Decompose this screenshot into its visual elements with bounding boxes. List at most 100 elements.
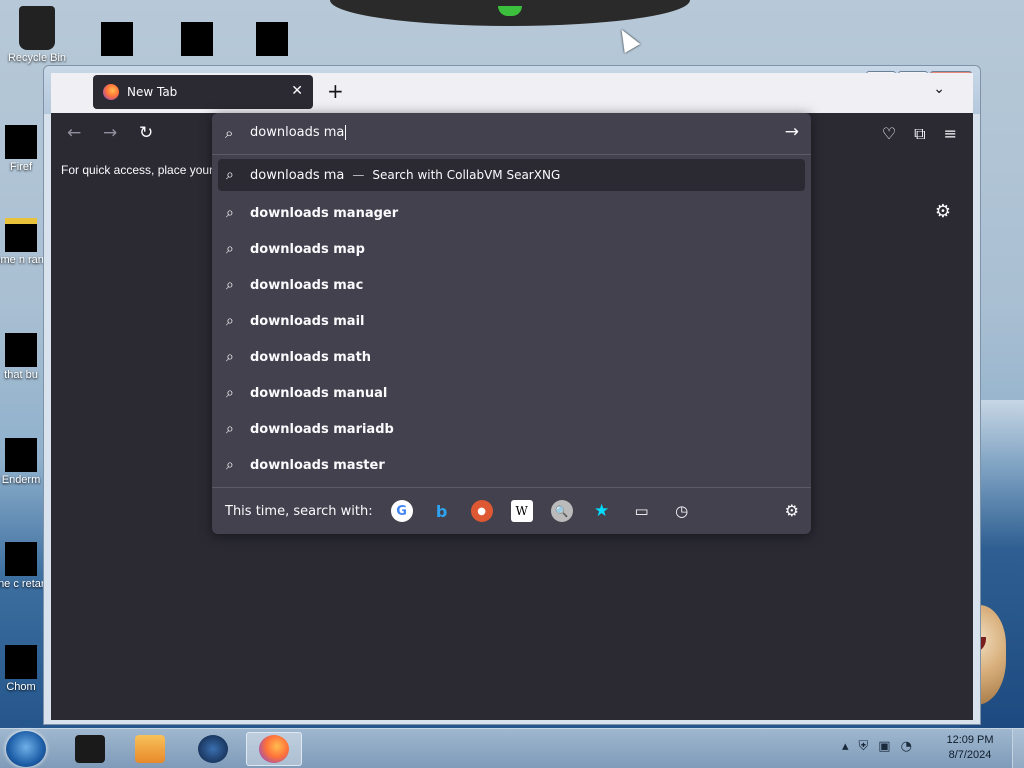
urlbar-suggestion[interactable]: ⌕ downloads ma p (218, 231, 805, 267)
app-icon (5, 218, 37, 252)
bookmarks-hint: For quick access, place your b (61, 163, 224, 177)
pocket-icon[interactable]: ♡ (882, 124, 896, 144)
tab-new-tab[interactable]: New Tab ✕ (93, 75, 313, 109)
app-icon (5, 438, 37, 472)
suggestion-typed: downloads ma (250, 277, 356, 293)
wikipedia-engine-icon[interactable]: W (510, 500, 533, 522)
bookmarks-star-icon[interactable]: ★ (591, 500, 613, 522)
suggestion-typed: downloads ma (250, 385, 356, 401)
suggestion-completion: nual (355, 385, 388, 401)
close-tab-icon[interactable]: ✕ (291, 83, 303, 99)
desktop-icon-label: Recycle Bin (7, 52, 67, 64)
app-icon (5, 125, 37, 159)
app-icon (181, 22, 213, 56)
suggestion-typed: downloads ma (250, 421, 356, 437)
gear-icon[interactable]: ⚙ (935, 201, 951, 222)
recycle-bin-icon (19, 6, 55, 50)
search-icon: ⌕ (226, 385, 234, 401)
list-all-tabs-button[interactable]: ⌄ (933, 81, 945, 97)
urlbar-input[interactable]: downloads ma (250, 125, 347, 140)
show-desktop-button[interactable] (1012, 729, 1024, 768)
result-text: downloads ma (250, 167, 345, 183)
tabs-icon[interactable]: ▭ (631, 500, 653, 522)
urlbar-suggestion[interactable]: ⌕ downloads ma nual (218, 375, 805, 411)
notch-indicator (498, 6, 522, 16)
address-bar[interactable]: ⌕ downloads ma → (212, 113, 811, 155)
taskbar: ▴ ⛨ ▣ ◔ 12:09 PM 8/7/2024 (0, 728, 1024, 768)
search-icon: ⌕ (226, 167, 234, 183)
urlbar-suggestion[interactable]: ⌕ downloads ma riadb (218, 411, 805, 447)
search-icon: ⌕ (226, 457, 234, 473)
taskbar-item-media-player[interactable] (122, 732, 178, 766)
desktop-icon-label: that bu (4, 369, 38, 381)
suggestion-completion: nager (355, 205, 399, 221)
suggestion-typed: downloads ma (250, 241, 356, 257)
one-off-search-bar: This time, search with: G b ● W 🔍 ★ ▭ ◷ … (212, 487, 811, 534)
suggestion-typed: downloads ma (250, 313, 356, 329)
suggestion-completion: riadb (355, 421, 394, 437)
searxng-engine-icon[interactable]: 🔍 (550, 500, 573, 522)
system-tray: ▴ ⛨ ▣ ◔ (842, 739, 912, 754)
firefox-icon (259, 735, 289, 763)
tray-app-icon[interactable]: ⛨ (859, 739, 869, 754)
search-icon: ⌕ (225, 124, 234, 142)
app-icon (5, 645, 37, 679)
search-icon: ⌕ (226, 241, 234, 257)
suggestion-completion: c (355, 277, 364, 293)
bing-engine-icon[interactable]: b (431, 500, 453, 522)
clock-date: 8/7/2024 (948, 749, 992, 761)
search-icon: ⌕ (226, 277, 234, 293)
app-icon (5, 542, 37, 576)
volume-icon[interactable]: ◔ (901, 739, 912, 754)
urlbar-result-heuristic[interactable]: ⌕ downloads ma — Search with CollabVM Se… (218, 159, 805, 191)
suggestion-completion: p (355, 241, 365, 257)
terminal-icon (75, 735, 105, 763)
desktop-icon-recycle-bin[interactable]: Recycle Bin (0, 6, 74, 65)
desktop-icon-regeda-health[interactable] (160, 22, 234, 58)
forward-arrow-icon[interactable]: → (103, 123, 117, 143)
desktop-icon-foxy-home[interactable] (235, 22, 309, 58)
go-arrow-icon[interactable]: → (785, 122, 799, 142)
back-arrow-icon[interactable]: ← (67, 123, 81, 143)
tab-bar: New Tab ✕ + ⌄ (51, 73, 973, 113)
app-icon (5, 333, 37, 367)
urlbar-suggestion[interactable]: ⌕ downloads ma nager (218, 195, 805, 231)
start-button[interactable] (6, 731, 46, 767)
firefox-logo-icon (103, 84, 119, 100)
urlbar-suggestion[interactable]: ⌕ downloads ma ster (218, 447, 805, 483)
extensions-icon[interactable]: ⧉ (914, 124, 925, 144)
system-clock[interactable]: 12:09 PM 8/7/2024 (940, 733, 1000, 763)
desktop-icon-label: Enderm (1, 474, 41, 486)
one-off-label: This time, search with: (225, 503, 373, 519)
app-icon (256, 22, 288, 56)
tab-title: New Tab (127, 85, 178, 99)
taskbar-item-terminal[interactable] (62, 732, 118, 766)
tray-expand-icon[interactable]: ▴ (842, 739, 849, 754)
search-icon: ⌕ (226, 205, 234, 221)
globe-icon (198, 735, 228, 763)
suggestion-completion: ster (355, 457, 385, 473)
network-icon[interactable]: ▣ (878, 739, 890, 754)
suggestion-typed: downloads ma (250, 205, 356, 221)
reload-icon[interactable]: ↻ (139, 123, 153, 143)
search-icon: ⌕ (226, 349, 234, 365)
duckduckgo-engine-icon[interactable]: ● (470, 500, 493, 522)
search-settings-gear-icon[interactable]: ⚙ (785, 501, 799, 520)
suggestion-typed: downloads ma (250, 457, 356, 473)
taskbar-item-globe[interactable] (185, 732, 241, 766)
urlbar-dropdown: ⌕ downloads ma → ⌕ downloads ma — Search… (212, 113, 811, 534)
taskbar-item-firefox[interactable] (246, 732, 302, 766)
mouse-pointer (613, 24, 641, 54)
history-clock-icon[interactable]: ◷ (671, 500, 693, 522)
desktop-icon-label: Chom (6, 681, 36, 693)
menu-icon[interactable]: ≡ (944, 124, 957, 144)
search-icon: ⌕ (226, 313, 234, 329)
desktop-icon-wonderware[interactable] (80, 22, 154, 58)
urlbar-suggestion[interactable]: ⌕ downloads ma c (218, 267, 805, 303)
desktop-icon-label: Firef (10, 161, 32, 173)
urlbar-suggestion[interactable]: ⌕ downloads ma il (218, 303, 805, 339)
result-action: Search with CollabVM SearXNG (372, 168, 561, 182)
new-tab-button[interactable]: + (327, 81, 344, 101)
urlbar-suggestion[interactable]: ⌕ downloads ma th (218, 339, 805, 375)
google-engine-icon[interactable]: G (390, 500, 413, 522)
